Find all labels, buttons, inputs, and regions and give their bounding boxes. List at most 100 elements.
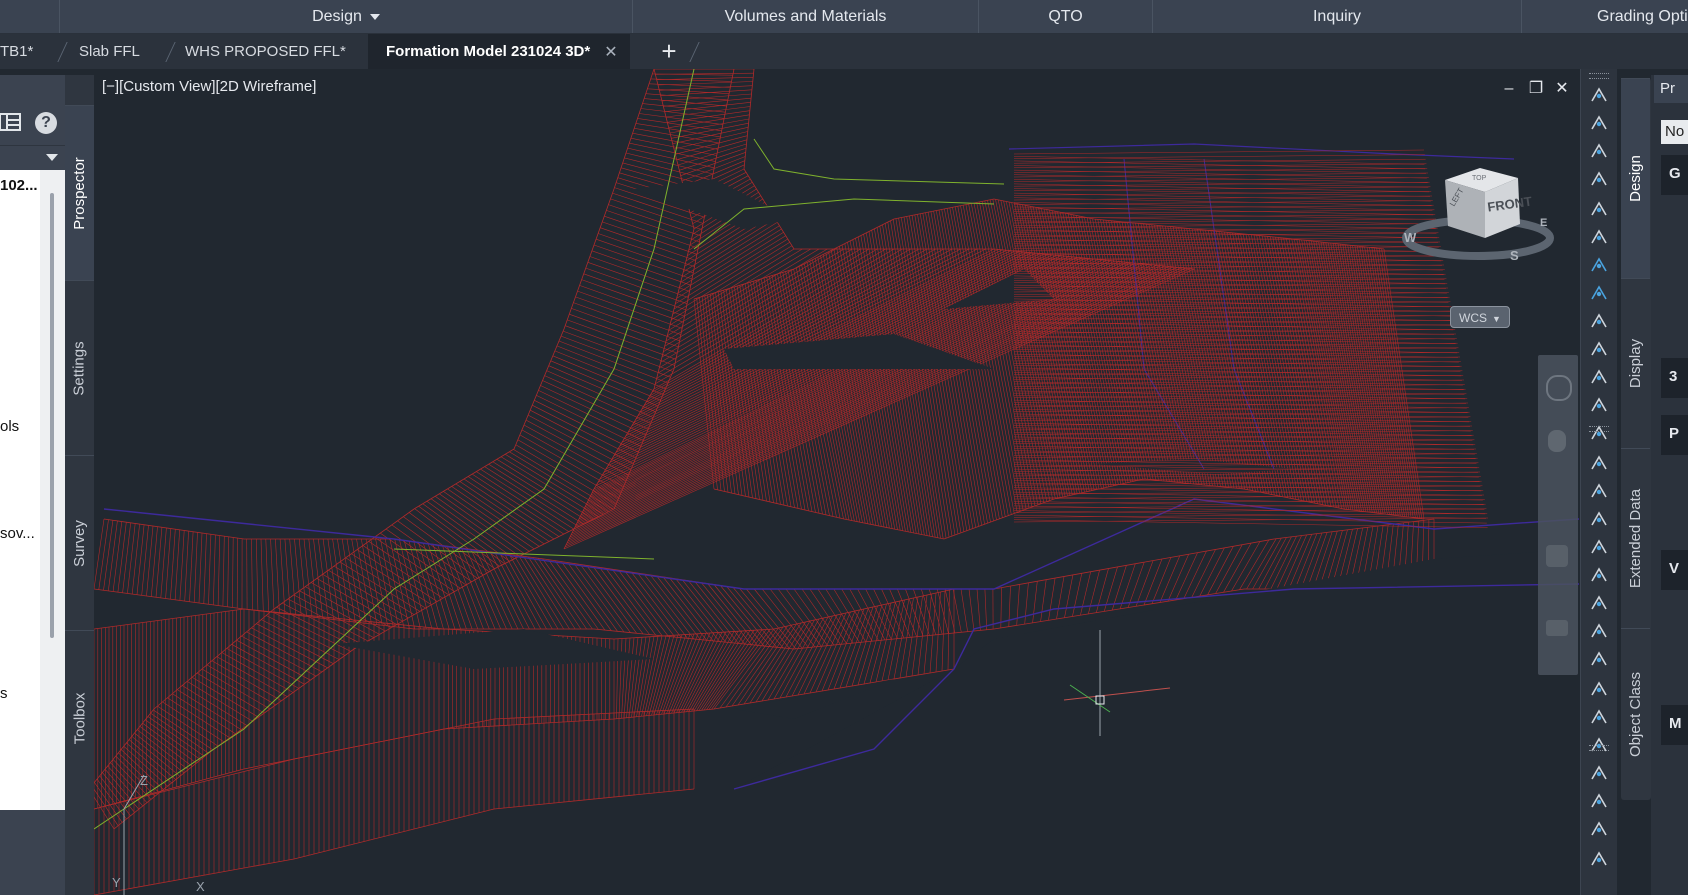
road-corridor (391, 524, 472, 582)
compass-east-label[interactable]: E (1540, 217, 1547, 229)
tab-toolbox[interactable]: Toolbox (65, 630, 94, 805)
ribbon-panel-volumes[interactable]: Volumes and Materials (632, 0, 978, 33)
stepped-offset-icon[interactable] (1589, 537, 1609, 557)
palette-grip[interactable] (1589, 426, 1609, 432)
tab-extended-data[interactable]: Extended Data (1621, 448, 1650, 628)
embankment-batter (446, 545, 479, 630)
insert-elevation-point-icon[interactable] (1589, 509, 1609, 529)
embankment-batter (1056, 576, 1065, 620)
section-header[interactable]: V (1661, 550, 1688, 590)
pad-triangle-edge (1013, 453, 1477, 458)
tab-label: Display (1627, 338, 1644, 389)
close-icon[interactable]: ✕ (1553, 80, 1571, 98)
pad-triangle-edge (1013, 390, 1466, 400)
lower-surface (623, 637, 631, 719)
tab-tb1[interactable]: TB1* (0, 34, 33, 69)
palette-grip[interactable] (1589, 73, 1609, 79)
weed-points-icon[interactable] (1589, 395, 1609, 415)
road-corridor (558, 340, 669, 384)
toolspace-view-dropdown[interactable] (0, 145, 65, 170)
insert-pi-icon[interactable] (1589, 367, 1609, 387)
add-tab-button[interactable]: + (655, 37, 683, 65)
restore-icon[interactable]: ❐ (1527, 80, 1545, 98)
road-corridor (99, 775, 131, 816)
tab-object-class[interactable]: Object Class (1621, 628, 1650, 800)
viewport-controls-label[interactable]: [−][Custom View][2D Wireframe] (102, 78, 316, 95)
embankment-batter (1270, 536, 1297, 590)
tab-display[interactable]: Display (1621, 278, 1650, 448)
compass-west-label[interactable]: W (1404, 230, 1417, 245)
embankment-batter (1252, 537, 1282, 590)
showmotion-icon[interactable] (1546, 620, 1568, 636)
grading-editor-icon[interactable] (1589, 707, 1609, 727)
section-header[interactable]: G (1661, 155, 1688, 195)
lower-surface (671, 633, 707, 714)
viewcube[interactable]: FRONT LEFT TOP W S E (1400, 160, 1565, 270)
tab-formation-model[interactable]: Formation Model 231024 3D* ✕ (368, 34, 630, 69)
quick-profile-icon[interactable] (1589, 849, 1609, 869)
feature-line-properties-icon[interactable] (1589, 819, 1609, 839)
geolocation-icon[interactable] (1589, 283, 1609, 303)
embankment-batter (1223, 542, 1252, 593)
feature-line-icon[interactable] (1589, 141, 1609, 161)
section-header[interactable]: P (1661, 415, 1688, 455)
tree-view-icon[interactable] (0, 113, 24, 131)
break-line-icon[interactable] (1589, 199, 1609, 219)
elevation-editor-icon[interactable] (1589, 339, 1609, 359)
selection-dropdown[interactable]: No (1661, 120, 1688, 144)
wcs-menu[interactable]: WCS ▼ (1450, 306, 1510, 328)
join-icon[interactable] (1589, 593, 1609, 613)
tab-label: Prospector (71, 156, 89, 230)
tab-slab-ffl[interactable]: Slab FFL (79, 34, 140, 69)
tin-surface-mesh[interactable]: Z Y X (94, 69, 1579, 895)
globe-icon[interactable] (1589, 255, 1609, 275)
lower-surface (636, 636, 651, 717)
lower-surface (706, 629, 763, 710)
palette-grip[interactable] (1589, 745, 1609, 751)
road-corridor (600, 227, 696, 261)
ribbon-panel-design[interactable]: Design (59, 0, 632, 33)
steering-wheel-icon[interactable] (1546, 375, 1572, 401)
tree-item[interactable]: s (0, 685, 8, 702)
point-tool-icon[interactable] (1589, 113, 1609, 133)
ribbon-panel-label: QTO (1048, 7, 1083, 25)
tree-item-drawing[interactable]: 102... (0, 177, 38, 194)
section-header[interactable]: M (1661, 705, 1688, 745)
add-point-icon[interactable] (1589, 311, 1609, 331)
embankment-batter (198, 532, 203, 604)
embankment-batter (384, 538, 405, 628)
set-grade-icon[interactable] (1589, 453, 1609, 473)
tree-item[interactable]: sov... (0, 525, 35, 542)
lower-surface (691, 631, 739, 712)
reverse-icon[interactable] (1589, 621, 1609, 641)
edit-feature-line-icon[interactable] (1589, 169, 1609, 189)
tab-whs-proposed-ffl[interactable]: WHS PROPOSED FFL* (185, 34, 346, 69)
zoom-icon[interactable] (1546, 545, 1568, 567)
tab-design[interactable]: Design (1621, 78, 1650, 278)
raise-lower-icon[interactable] (1589, 481, 1609, 501)
tree-item[interactable]: ols (0, 418, 19, 435)
tab-settings[interactable]: Settings (65, 280, 94, 455)
ribbon-panel-grading[interactable]: Grading Opti (1521, 0, 1688, 33)
ribbon-panel-inquiry[interactable]: Inquiry (1152, 0, 1521, 33)
drawing-viewport[interactable]: Z Y X (94, 69, 1579, 895)
pick-point-icon[interactable] (1589, 791, 1609, 811)
surface-layers-icon[interactable] (1589, 227, 1609, 247)
line-tool-icon[interactable] (1589, 85, 1609, 105)
grading-tool-icon[interactable] (1589, 679, 1609, 699)
pan-icon[interactable] (1548, 430, 1566, 452)
fillet-icon[interactable] (1589, 649, 1609, 669)
compass-south-label[interactable]: S (1510, 248, 1519, 263)
help-icon[interactable]: ? (35, 112, 57, 134)
feature-line-split-icon[interactable] (1589, 565, 1609, 585)
tab-prospector[interactable]: Prospector (65, 105, 94, 280)
pad-triangle-edge (1013, 411, 1470, 417)
ribbon-panel-qto[interactable]: QTO (978, 0, 1152, 33)
tab-label: Object Class (1627, 671, 1644, 758)
tab-survey[interactable]: Survey (65, 455, 94, 630)
minimize-icon[interactable]: – (1500, 80, 1518, 98)
section-header[interactable]: 3 (1661, 358, 1688, 398)
close-icon[interactable]: ✕ (604, 42, 617, 62)
scrollbar-thumb[interactable] (50, 193, 54, 638)
edit-curve-icon[interactable] (1589, 763, 1609, 783)
